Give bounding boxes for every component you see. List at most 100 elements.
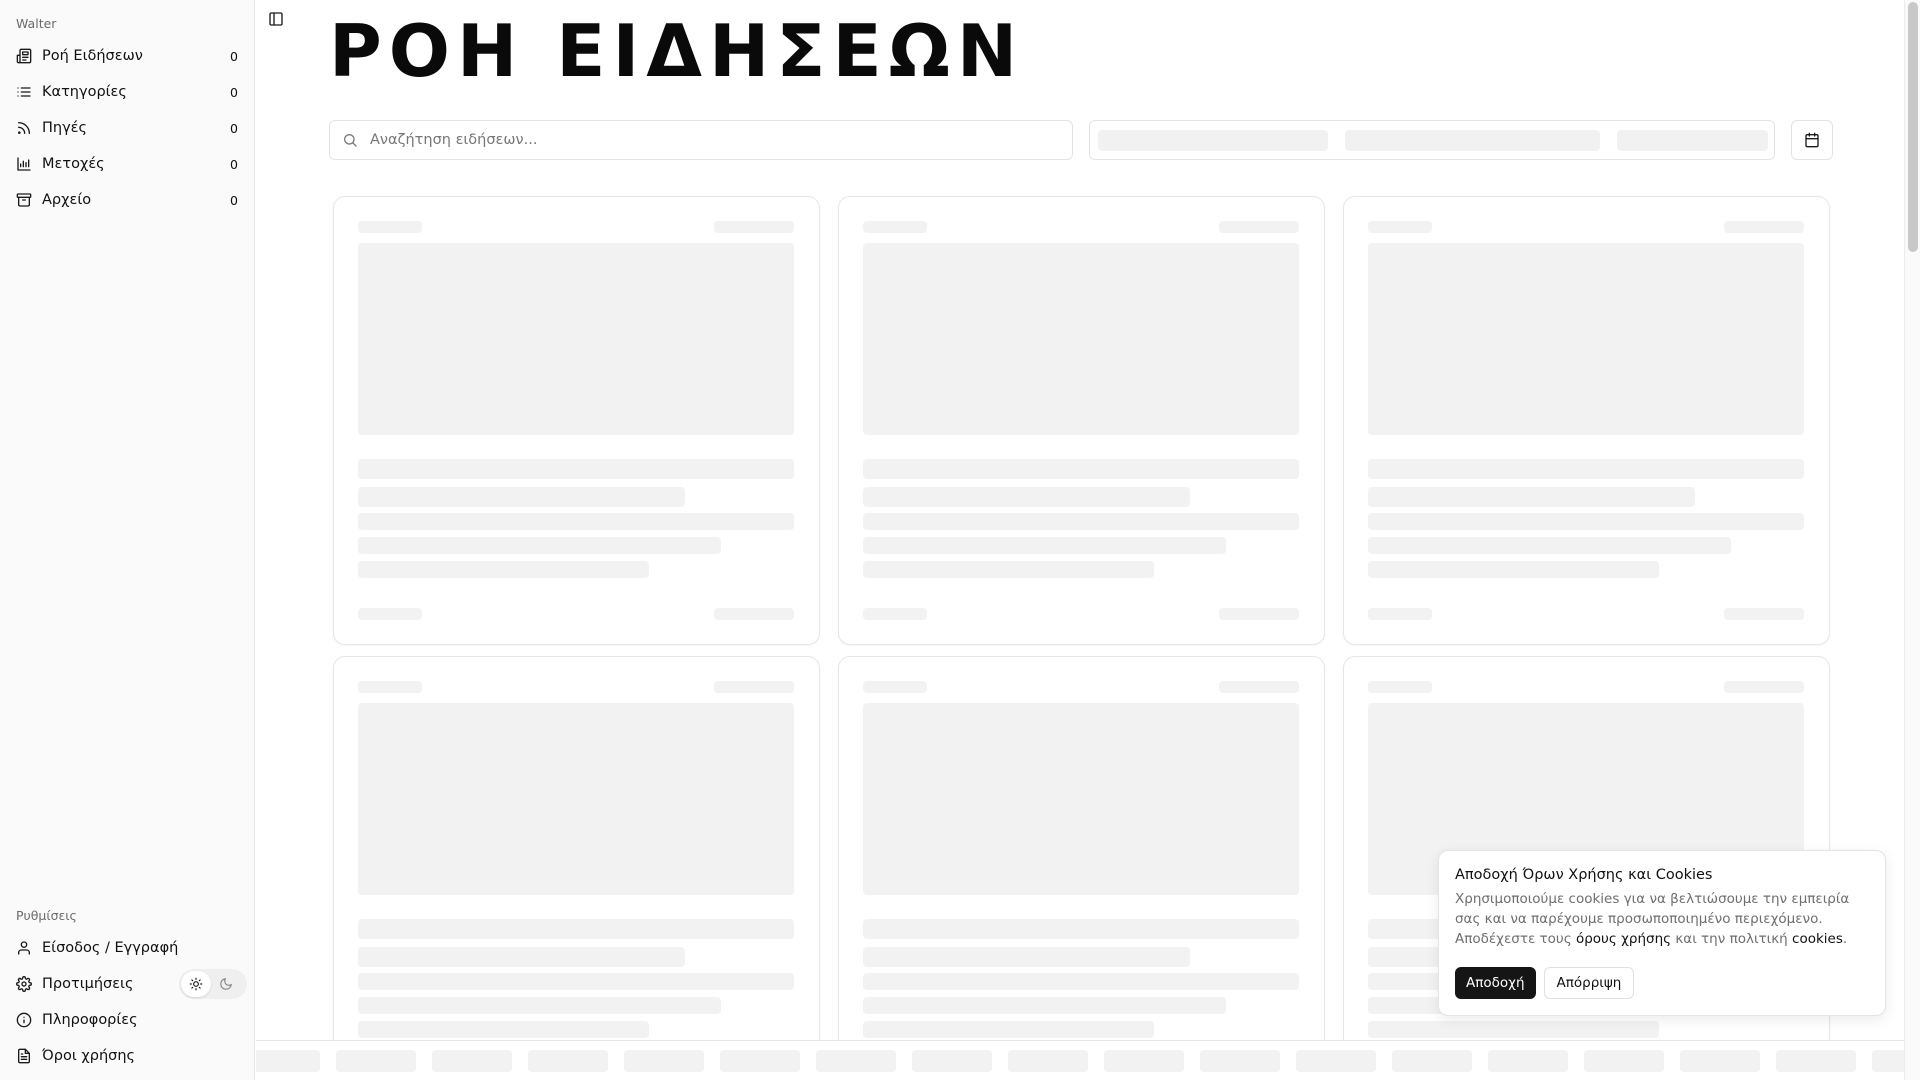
skeleton-placeholder xyxy=(1219,608,1299,620)
skeleton-placeholder xyxy=(358,243,794,435)
filter-skeleton xyxy=(1617,130,1768,151)
cookie-text-end: . xyxy=(1842,931,1848,947)
skeleton-placeholder xyxy=(863,608,927,620)
moon-icon xyxy=(220,978,232,990)
sidebar-item-news-feed[interactable]: Ροή Ειδήσεων 0 xyxy=(8,40,246,72)
page-title: ΡΟΗ ΕΙΔΗΣΕΩΝ xyxy=(329,9,1025,93)
sidebar-item-preferences[interactable]: Προτιμήσεις xyxy=(8,968,170,1000)
user-icon xyxy=(16,940,32,956)
skeleton-placeholder xyxy=(816,1050,896,1072)
skeleton-placeholder xyxy=(1008,1050,1088,1072)
sidebar-item-label: Αρχείο xyxy=(42,192,92,208)
reject-button[interactable]: Απόρριψη xyxy=(1543,967,1635,999)
news-card-skeleton xyxy=(333,656,820,1080)
skeleton-placeholder xyxy=(1872,1050,1904,1072)
skeleton-placeholder xyxy=(1368,537,1731,554)
filter-skeleton xyxy=(1345,130,1600,151)
light-theme-button[interactable] xyxy=(181,971,211,997)
skeleton-placeholder xyxy=(863,459,1299,479)
skeleton-placeholder xyxy=(358,608,422,620)
list-icon xyxy=(16,84,32,100)
skeleton-placeholder xyxy=(714,608,794,620)
skeleton-placeholder xyxy=(624,1050,704,1072)
scrollbar-thumb[interactable] xyxy=(1908,2,1918,252)
sidebar-item-label: Μετοχές xyxy=(42,156,105,172)
skeleton-placeholder xyxy=(863,243,1299,435)
sidebar-toggle-icon xyxy=(269,12,283,26)
skeleton-placeholder xyxy=(863,703,1299,895)
skeleton-placeholder xyxy=(863,221,927,233)
sidebar-item-label: Ροή Ειδήσεων xyxy=(42,48,143,64)
sidebar-item-info[interactable]: Πληροφορίες xyxy=(8,1004,246,1036)
skeleton-placeholder xyxy=(336,1050,416,1072)
calendar-icon xyxy=(1805,132,1819,148)
toggle-sidebar-button[interactable] xyxy=(262,5,290,33)
news-card-skeleton xyxy=(333,196,820,645)
sidebar: Walter Ροή Ειδήσεων 0 Κατηγορίες 0 Πηγές… xyxy=(0,0,255,1080)
skeleton-placeholder xyxy=(358,459,794,479)
news-card-skeleton xyxy=(838,656,1325,1080)
skeleton-placeholder xyxy=(863,947,1190,967)
accept-button[interactable]: Αποδοχή xyxy=(1455,967,1536,999)
skeleton-placeholder xyxy=(1680,1050,1760,1072)
sidebar-item-count: 0 xyxy=(230,192,238,208)
cookies-policy-link[interactable]: cookies xyxy=(1792,931,1843,947)
skeleton-placeholder xyxy=(714,221,794,233)
sidebar-item-count: 0 xyxy=(230,48,238,64)
sidebar-item-count: 0 xyxy=(230,156,238,172)
news-card-skeleton xyxy=(1343,196,1830,645)
skeleton-placeholder xyxy=(863,561,1154,578)
sidebar-item-categories[interactable]: Κατηγορίες 0 xyxy=(8,76,246,108)
sidebar-item-label: Προτιμήσεις xyxy=(42,976,134,992)
skeleton-placeholder xyxy=(863,997,1226,1014)
date-picker-button[interactable] xyxy=(1791,120,1833,160)
search-box xyxy=(329,120,1073,160)
skeleton-placeholder xyxy=(1724,608,1804,620)
skeleton-placeholder xyxy=(1219,221,1299,233)
skeleton-placeholder xyxy=(863,487,1190,507)
sidebar-item-label: Πηγές xyxy=(42,120,88,136)
skeleton-placeholder xyxy=(1368,513,1804,530)
skeleton-placeholder xyxy=(1104,1050,1184,1072)
news-card-skeleton xyxy=(838,196,1325,645)
skeleton-placeholder xyxy=(1776,1050,1856,1072)
sidebar-item-stocks[interactable]: Μετοχές 0 xyxy=(8,148,246,180)
sidebar-item-login[interactable]: Είσοδος / Εγγραφή xyxy=(8,932,246,964)
skeleton-placeholder xyxy=(1200,1050,1280,1072)
terms-link[interactable]: όρους χρήσης xyxy=(1576,931,1671,947)
skeleton-placeholder xyxy=(1368,608,1432,620)
skeleton-placeholder xyxy=(1488,1050,1568,1072)
archive-icon xyxy=(16,192,32,208)
sidebar-item-label: Πληροφορίες xyxy=(42,1012,138,1028)
skeleton-placeholder xyxy=(358,997,721,1014)
skeleton-placeholder xyxy=(358,919,794,939)
skeleton-placeholder xyxy=(1392,1050,1472,1072)
scrollbar[interactable] xyxy=(1904,0,1920,1080)
sidebar-item-sources[interactable]: Πηγές 0 xyxy=(8,112,246,144)
skeleton-placeholder xyxy=(358,221,422,233)
cookie-consent-dialog: Αποδοχή Όρων Χρήσης και Cookies Χρησιμοπ… xyxy=(1438,850,1886,1016)
skeleton-placeholder xyxy=(256,1050,320,1072)
dark-theme-button[interactable] xyxy=(211,971,241,997)
filter-skeleton xyxy=(1098,130,1328,151)
skeleton-placeholder xyxy=(1368,487,1695,507)
sidebar-item-count: 0 xyxy=(230,120,238,136)
search-icon xyxy=(344,134,357,147)
cookie-title: Αποδοχή Όρων Χρήσης και Cookies xyxy=(1455,867,1713,883)
skeleton-placeholder xyxy=(358,487,685,507)
skeleton-placeholder xyxy=(1724,681,1804,693)
sidebar-brand: Walter xyxy=(16,16,57,31)
skeleton-placeholder xyxy=(1219,681,1299,693)
newspaper-icon xyxy=(16,48,32,64)
gear-icon xyxy=(16,976,32,992)
chart-icon xyxy=(16,156,32,172)
skeleton-placeholder xyxy=(358,973,794,990)
skeleton-placeholder xyxy=(720,1050,800,1072)
sidebar-item-terms[interactable]: Όροι χρήσης xyxy=(8,1040,246,1072)
skeleton-placeholder xyxy=(358,1021,649,1038)
skeleton-placeholder xyxy=(528,1050,608,1072)
search-input[interactable] xyxy=(370,132,1050,148)
sidebar-item-archive[interactable]: Αρχείο 0 xyxy=(8,184,246,216)
filter-bar-skeleton xyxy=(1089,120,1775,160)
settings-group-label: Ρυθμίσεις xyxy=(16,908,77,923)
